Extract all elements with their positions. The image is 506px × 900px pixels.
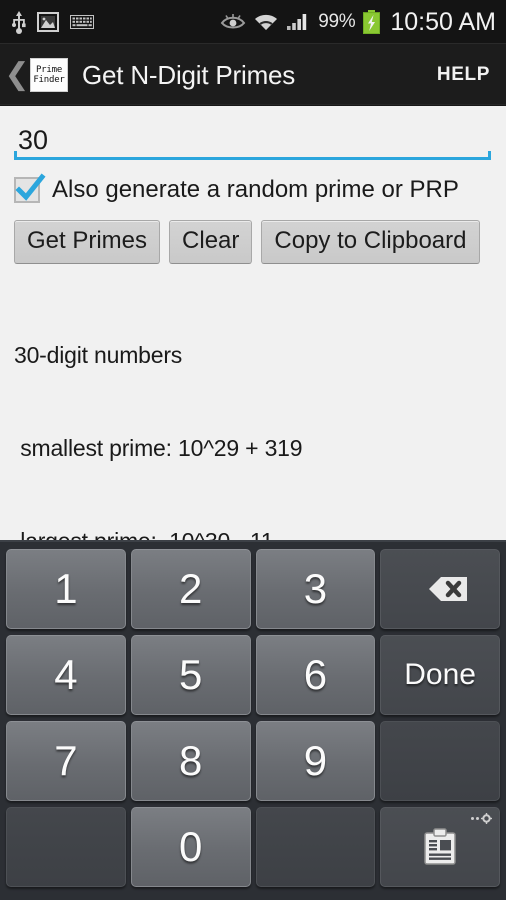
check-icon [15, 173, 46, 201]
phone-screen: 99% 10:50 AM ❮ Prime Finder Get N-Digit … [0, 0, 506, 900]
status-bar-left-icons [12, 10, 94, 34]
key-4[interactable]: 4 [6, 635, 126, 715]
battery-charging-icon [363, 10, 381, 34]
keyboard-row-4: 0 [4, 804, 502, 890]
action-bar: ❮ Prime Finder Get N-Digit Primes HELP [0, 44, 506, 106]
key-8[interactable]: 8 [130, 721, 251, 801]
button-row: Get Primes Clear Copy to Clipboard [14, 220, 492, 264]
key-2[interactable]: 2 [130, 549, 251, 629]
clipboard-icon [424, 828, 456, 865]
key-1-label: 1 [54, 565, 78, 612]
status-bar-right-icons: 99% 10:50 AM [220, 8, 496, 37]
digits-input-underline [14, 151, 491, 160]
keyboard-row-1: 1 2 3 [4, 546, 502, 632]
key-6-label: 6 [303, 651, 328, 698]
key-2-label: 2 [178, 565, 203, 612]
random-prime-checkbox[interactable] [14, 173, 46, 203]
help-button[interactable]: HELP [437, 64, 490, 86]
results-line-3: largest prime: 10^30 - 11 [14, 526, 492, 540]
usb-icon [12, 10, 26, 34]
key-7[interactable]: 7 [6, 721, 126, 801]
back-chevron-icon[interactable]: ❮ [4, 55, 29, 95]
key-clipboard[interactable] [380, 807, 500, 887]
key-7-label: 7 [54, 737, 78, 784]
cellular-signal-icon [286, 13, 310, 31]
key-blank-2[interactable] [6, 807, 126, 887]
page-title: Get N-Digit Primes [82, 59, 296, 90]
wifi-icon [254, 13, 278, 31]
key-3-label: 3 [303, 565, 328, 612]
keyboard-row-3: 7 8 9 [4, 718, 502, 804]
key-done[interactable]: Done [380, 635, 500, 715]
numeric-keyboard: 1 2 3 4 5 6 Done 7 8 9 0 [0, 540, 506, 900]
status-bar: 99% 10:50 AM [0, 0, 506, 44]
key-5[interactable]: 5 [130, 635, 251, 715]
key-6[interactable]: 6 [255, 635, 376, 715]
key-3[interactable]: 3 [255, 549, 376, 629]
battery-percent: 99% [318, 11, 356, 32]
key-blank-3[interactable] [255, 807, 376, 887]
key-0[interactable]: 0 [130, 807, 251, 887]
key-4-label: 4 [54, 651, 78, 698]
copy-to-clipboard-button[interactable]: Copy to Clipboard [261, 220, 480, 264]
results-output: 30-digit numbers smallest prime: 10^29 +… [14, 278, 492, 540]
key-0-label: 0 [178, 823, 203, 870]
app-icon-line1: Prime [35, 65, 63, 75]
random-prime-checkbox-row[interactable]: Also generate a random prime or PRP [14, 173, 492, 204]
keyboard-row-2: 4 5 6 Done [4, 632, 502, 718]
key-9-label: 9 [303, 737, 328, 784]
random-prime-checkbox-label: Also generate a random prime or PRP [52, 176, 459, 203]
key-9[interactable]: 9 [255, 721, 376, 801]
settings-gear-icon [471, 813, 492, 824]
results-line-2: smallest prime: 10^29 + 319 [14, 435, 303, 461]
key-8-label: 8 [178, 737, 203, 784]
app-icon-line2: Finder [33, 75, 65, 85]
key-5-label: 5 [178, 651, 203, 698]
key-1[interactable]: 1 [6, 549, 126, 629]
digits-field-wrap [14, 120, 492, 160]
backspace-icon [429, 577, 468, 601]
results-line-1: 30-digit numbers [14, 342, 183, 368]
status-bar-clock: 10:50 AM [390, 7, 496, 36]
main-content: Also generate a random prime or PRP Get … [0, 106, 506, 540]
smart-stay-eye-icon [220, 13, 246, 31]
app-icon[interactable]: Prime Finder [30, 58, 68, 92]
key-done-label: Done [404, 658, 476, 691]
get-primes-button[interactable]: Get Primes [14, 220, 161, 264]
clear-button[interactable]: Clear [169, 220, 253, 264]
image-icon [37, 12, 59, 32]
keyboard-icon [70, 15, 94, 29]
key-blank-1[interactable] [380, 721, 500, 801]
key-backspace[interactable] [380, 549, 500, 629]
